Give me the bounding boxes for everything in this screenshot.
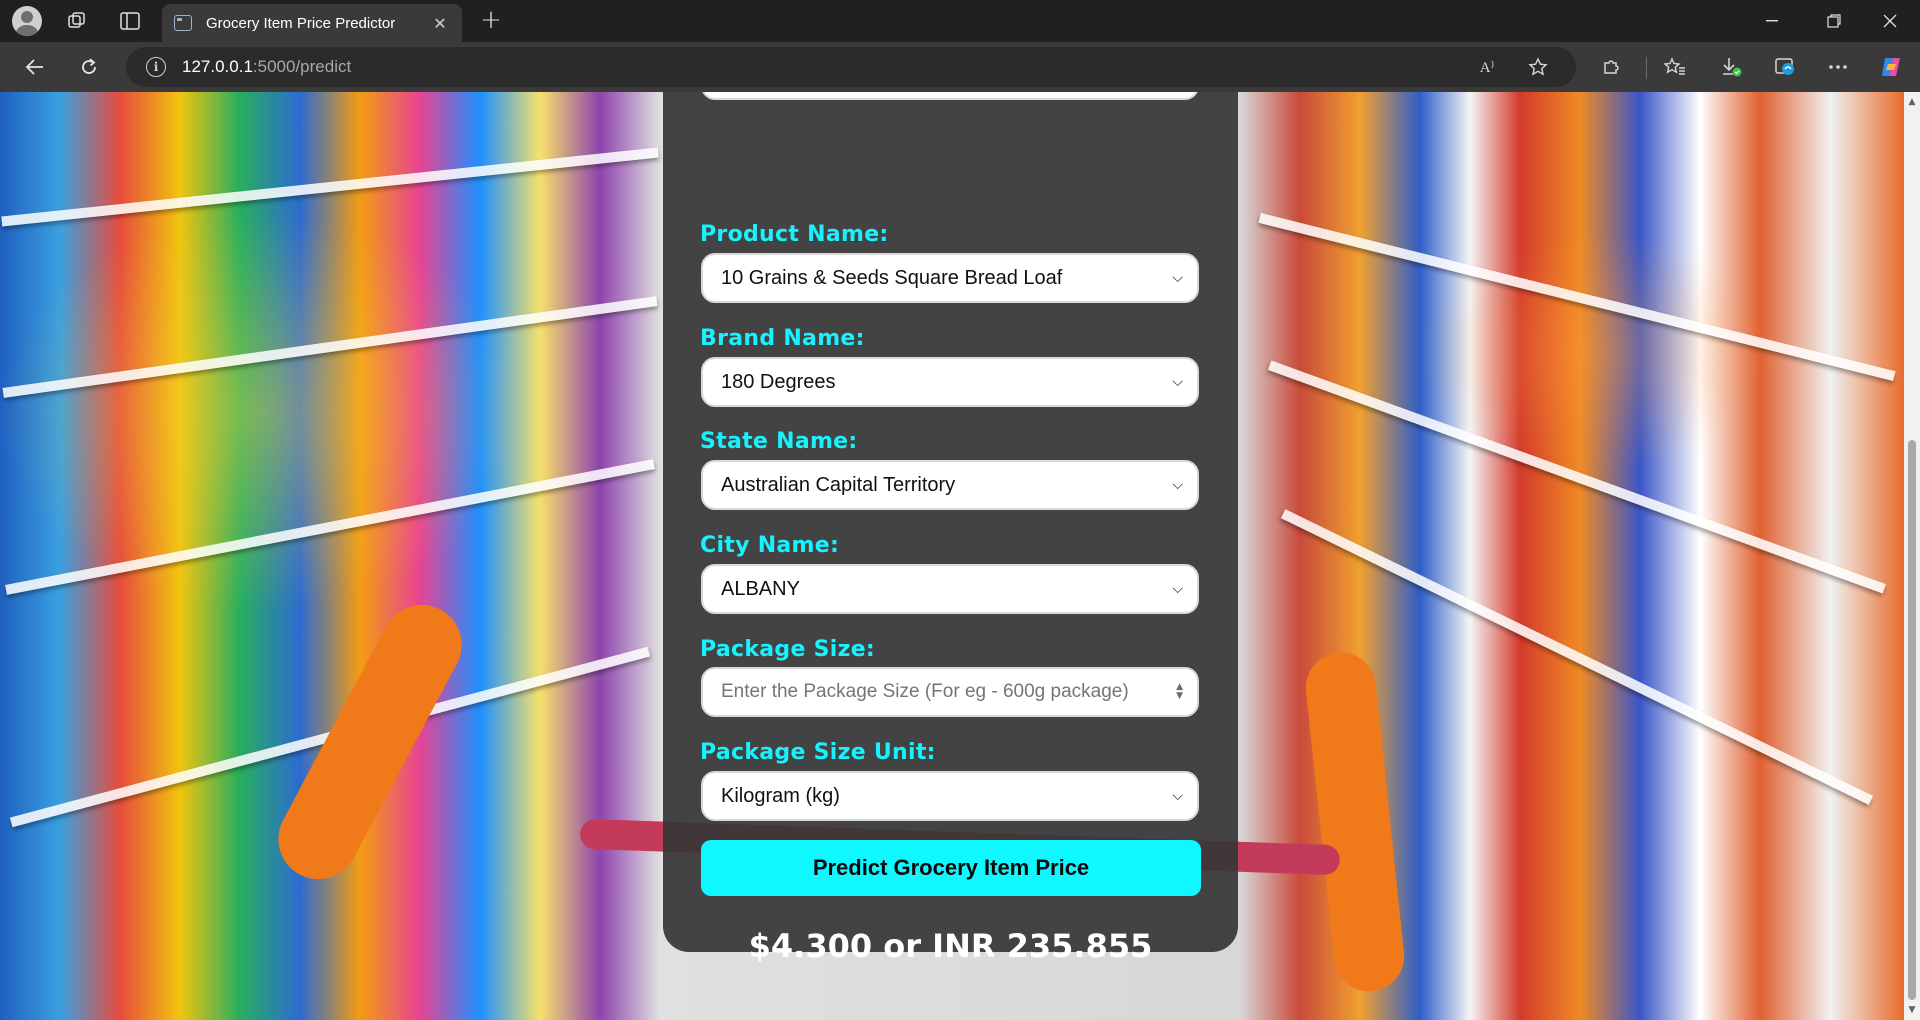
package-size-input[interactable]: Enter the Package Size (For eg - 600g pa…: [701, 667, 1199, 717]
maximize-icon[interactable]: [1806, 0, 1862, 42]
tab-strip: Grocery Item Price Predictor ✕ +: [0, 0, 1920, 42]
product-name-value: 10 Grains & Seeds Square Bread Loaf: [721, 266, 1063, 289]
address-bar[interactable]: i 127.0.0.1:5000/predict A⁾: [126, 47, 1576, 87]
new-tab-icon[interactable]: +: [478, 7, 504, 34]
vertical-tabs-icon[interactable]: [115, 6, 145, 36]
scroll-up-arrow-icon[interactable]: ▲: [1906, 96, 1918, 108]
product-name-select[interactable]: 10 Grains & Seeds Square Bread Loaf ⌵: [701, 253, 1199, 303]
add-favorite-star-icon[interactable]: [1523, 52, 1553, 82]
predictor-form-panel: Product Name: 10 Grains & Seeds Square B…: [663, 92, 1238, 965]
tab-title: Grocery Item Price Predictor: [206, 14, 396, 32]
profile-avatar-icon[interactable]: [12, 6, 42, 36]
package-size-unit-value: Kilogram (kg): [721, 784, 840, 807]
chevron-down-icon: ⌵: [1172, 477, 1183, 493]
site-info-icon[interactable]: i: [146, 57, 166, 77]
chevron-down-icon: ⌵: [1172, 270, 1183, 286]
chevron-down-icon: ⌵: [1172, 788, 1183, 804]
number-spinner-icon[interactable]: ▲ ▼: [1176, 683, 1183, 701]
browser-essentials-icon[interactable]: [1770, 52, 1800, 82]
tab-close-icon[interactable]: ✕: [430, 14, 450, 33]
city-name-value: ALBANY: [721, 577, 800, 600]
predicted-price-result: $4.300 or INR 235.855: [748, 927, 1153, 965]
city-name-select[interactable]: ALBANY ⌵: [701, 564, 1199, 614]
extensions-puzzle-icon[interactable]: [1596, 52, 1626, 82]
chevron-down-icon: ⌵: [1172, 374, 1183, 390]
page-favicon-icon: [174, 15, 192, 31]
brand-name-label: Brand Name:: [700, 326, 865, 351]
chevron-down-icon: ⌵: [1172, 581, 1183, 597]
state-name-value: Australian Capital Territory: [721, 473, 956, 496]
page-viewport: Product Name: 10 Grains & Seeds Square B…: [0, 92, 1904, 1020]
scroll-down-arrow-icon[interactable]: ▼: [1906, 1004, 1918, 1016]
url-host: 127.0.0.1: [182, 57, 253, 76]
back-arrow-icon[interactable]: [20, 52, 50, 82]
reload-icon[interactable]: [74, 52, 104, 82]
state-name-label: State Name:: [700, 429, 858, 454]
downloads-icon[interactable]: [1716, 52, 1746, 82]
scrollbar-thumb[interactable]: [1908, 440, 1916, 1000]
product-name-label: Product Name:: [700, 222, 889, 247]
previous-select-field[interactable]: [701, 92, 1199, 100]
url-path: :5000/predict: [252, 57, 352, 76]
predict-price-button[interactable]: Predict Grocery Item Price: [701, 840, 1201, 896]
minimize-icon[interactable]: [1744, 0, 1800, 42]
brand-name-select[interactable]: 180 Degrees ⌵: [701, 357, 1199, 407]
favorites-icon[interactable]: [1660, 52, 1690, 82]
state-name-select[interactable]: Australian Capital Territory ⌵: [701, 460, 1199, 510]
browser-toolbar: i 127.0.0.1:5000/predict A⁾: [0, 42, 1920, 92]
brand-name-value: 180 Degrees: [721, 370, 836, 393]
toolbar-divider: [1646, 57, 1647, 79]
workspaces-icon[interactable]: [62, 6, 92, 36]
city-name-label: City Name:: [700, 533, 840, 558]
package-size-placeholder: Enter the Package Size (For eg - 600g pa…: [721, 681, 1129, 702]
package-size-unit-label: Package Size Unit:: [700, 740, 936, 765]
tab-active[interactable]: Grocery Item Price Predictor ✕: [162, 4, 462, 42]
window-close-icon[interactable]: [1862, 0, 1918, 42]
copilot-icon[interactable]: [1876, 52, 1906, 82]
package-size-unit-select[interactable]: Kilogram (kg) ⌵: [701, 771, 1199, 821]
package-size-label: Package Size:: [700, 637, 876, 662]
read-aloud-icon[interactable]: A⁾: [1472, 52, 1502, 82]
more-options-icon[interactable]: [1823, 52, 1853, 82]
